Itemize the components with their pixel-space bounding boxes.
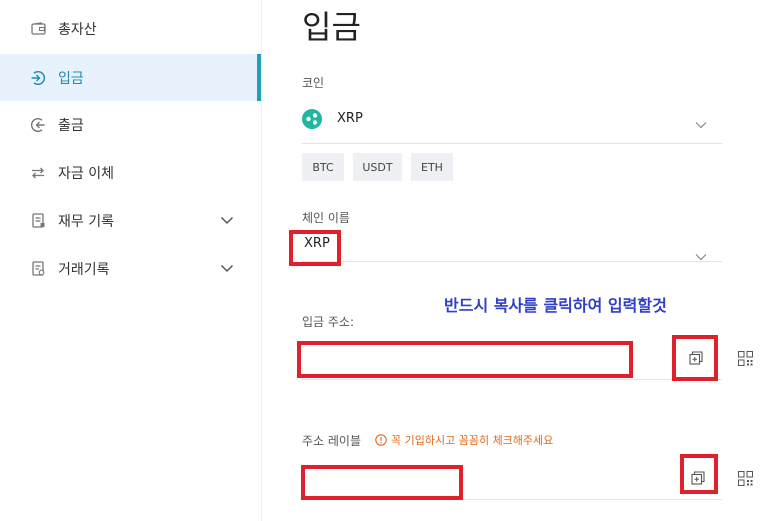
address-label: 입금 주소: <box>302 315 355 329</box>
page-title: 입금 <box>302 8 361 46</box>
coin-select[interactable]: XRP <box>302 100 722 144</box>
document-icon <box>30 213 46 229</box>
chevron-down-icon <box>695 114 707 133</box>
sidebar-item-label: 총자산 <box>58 21 97 38</box>
alert-circle-icon <box>375 434 387 446</box>
copy-address-highlight-box <box>672 335 718 381</box>
sidebar-item-label: 자금 이체 <box>58 165 114 182</box>
sidebar-item-label: 거래기록 <box>58 261 110 278</box>
deposit-panel: 입금 코인 XRP BTC USDT ETH 체인 이름 XRP 반드시 복사를… <box>262 0 777 521</box>
sidebar-item-trade-records[interactable]: 거래기록 <box>0 245 261 292</box>
deposit-icon <box>30 70 46 86</box>
sidebar-item-total-assets[interactable]: 총자산 <box>0 5 261 52</box>
transfer-icon <box>30 165 46 181</box>
sidebar-item-label: 출금 <box>58 117 84 134</box>
document-list-icon <box>30 261 46 277</box>
address-highlight-box <box>297 341 633 378</box>
sidebar-item-label: 입금 <box>58 70 84 87</box>
sidebar-item-financial-records[interactable]: 재무 기록 <box>0 197 261 244</box>
chevron-down-icon[interactable] <box>220 213 234 229</box>
xrp-coin-icon <box>302 109 322 133</box>
chevron-down-icon[interactable] <box>220 261 234 277</box>
memo-warning: 꼭 기입하시고 꼼꼼히 체크해주세요 <box>375 432 553 448</box>
coin-option-eth[interactable]: ETH <box>411 153 453 181</box>
chevron-down-icon <box>695 246 707 265</box>
coin-option-btc[interactable]: BTC <box>302 153 344 181</box>
chain-highlight-box <box>289 230 341 266</box>
copy-notice: 반드시 복사를 클릭하여 입력할것 <box>444 296 667 315</box>
coin-selected-value: XRP <box>337 111 363 126</box>
withdraw-icon <box>30 117 46 133</box>
sidebar-item-label: 재무 기록 <box>58 213 114 230</box>
wallet-icon <box>30 21 46 37</box>
memo-warning-text: 꼭 기입하시고 꼼꼼히 체크해주세요 <box>391 434 554 447</box>
coin-label: 코인 <box>302 76 325 90</box>
chain-label: 체인 이름 <box>302 211 350 225</box>
qr-code-icon[interactable] <box>735 348 755 368</box>
copy-memo-highlight-box <box>680 454 718 494</box>
sidebar: 총자산 입금 출금 자금 이체 재무 기록 거래기록 <box>0 0 262 521</box>
sidebar-item-transfer[interactable]: 자금 이체 <box>0 149 261 196</box>
coin-option-usdt[interactable]: USDT <box>353 153 402 181</box>
memo-label: 주소 레이블 <box>302 434 362 448</box>
chain-select[interactable]: XRP <box>302 230 722 262</box>
qr-code-icon[interactable] <box>735 468 755 488</box>
sidebar-item-withdraw[interactable]: 출금 <box>0 101 261 148</box>
memo-highlight-box <box>301 465 463 500</box>
sidebar-item-deposit[interactable]: 입금 <box>0 54 261 101</box>
